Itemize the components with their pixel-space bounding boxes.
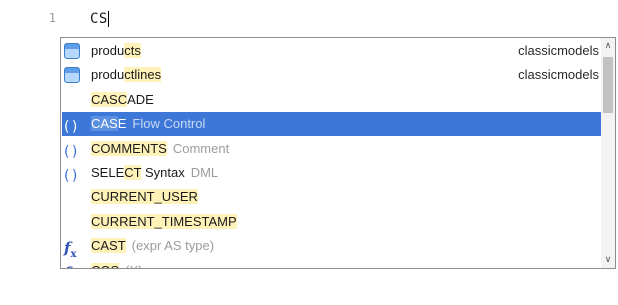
line-number: 1 — [48, 11, 56, 25]
autocomplete-popup[interactable]: products classicmodels productlines classic… — [60, 37, 616, 269]
fx-icon: fx — [64, 263, 82, 268]
completion-item[interactable]: ( ) COMMENTS Comment — [62, 137, 602, 161]
completion-item[interactable]: productlines classicmodels — [62, 63, 602, 87]
editor-line-1[interactable]: 1 CS — [0, 8, 618, 30]
scroll-down-arrow-icon[interactable]: ∨ — [601, 252, 615, 268]
completion-item[interactable]: products classicmodels — [62, 39, 602, 63]
match-highlight: cts — [124, 43, 141, 58]
text-caret — [108, 11, 109, 27]
completion-item[interactable]: ( ) SELECT Syntax DML — [62, 161, 602, 185]
completion-item-label: CASCADE — [91, 91, 154, 107]
completion-item[interactable]: fx CAST (expr AS type) — [62, 234, 602, 261]
match-highlight: COS — [91, 262, 120, 268]
match-highlight: CASC — [91, 91, 128, 107]
scroll-thumb[interactable] — [603, 57, 613, 113]
popup-scrollbar[interactable]: ∧ ∨ — [601, 38, 615, 268]
completion-item-label: productlines — [91, 67, 162, 83]
completion-item-label: COMMENTS Comment — [91, 137, 229, 161]
paren-icon: ( ) — [64, 143, 77, 160]
sql-editor[interactable]: 1 CS products classicmodels productlines cl… — [0, 0, 618, 305]
completion-item-hint: DML — [190, 165, 219, 180]
completion-item[interactable]: ( ) CASE Flow Control — [62, 112, 602, 137]
match-highlight: CAS — [91, 116, 118, 132]
completion-item-label: SELECT Syntax DML — [91, 165, 219, 180]
code-text[interactable]: CS — [90, 8, 108, 30]
completion-item-label: COS (X) — [91, 259, 143, 268]
match-highlight: CAST — [91, 238, 126, 254]
scroll-up-arrow-icon[interactable]: ∧ — [601, 38, 615, 54]
completion-item-hint: Flow Control — [132, 116, 206, 132]
table-icon — [64, 67, 82, 84]
paren-icon: ( ) — [64, 119, 77, 136]
completion-item-hint: Comment — [172, 140, 230, 156]
completion-item-hint: (X) — [125, 263, 142, 268]
completion-item-label: CURRENT_TIMESTAMP — [91, 210, 237, 234]
completion-item-label: CASE Flow Control — [91, 116, 206, 132]
match-highlight: CURRENT_USER — [91, 189, 198, 205]
completion-item-schema: classicmodels — [518, 67, 599, 83]
match-highlight: ctlines — [124, 67, 162, 83]
fx-icon: fx — [64, 239, 77, 261]
paren-icon: ( ) — [64, 168, 77, 184]
completion-item[interactable]: CURRENT_USER — [62, 185, 602, 209]
completion-item-hint: (expr AS type) — [131, 238, 215, 254]
match-highlight: CURRENT_TIMESTAMP — [91, 213, 237, 229]
table-icon — [64, 43, 82, 59]
match-highlight: COMMENTS — [91, 140, 167, 156]
completion-item-schema: classicmodels — [518, 43, 599, 58]
completion-item-label: CAST (expr AS type) — [91, 234, 214, 258]
completion-item[interactable]: CURRENT_TIMESTAMP — [62, 210, 602, 234]
completion-item[interactable]: CASCADE — [62, 88, 602, 112]
completion-item[interactable]: fx COS (X) — [62, 259, 602, 268]
match-highlight: CT — [124, 165, 142, 180]
completion-item-label: products — [91, 43, 141, 58]
completion-item-label: CURRENT_USER — [91, 185, 198, 209]
